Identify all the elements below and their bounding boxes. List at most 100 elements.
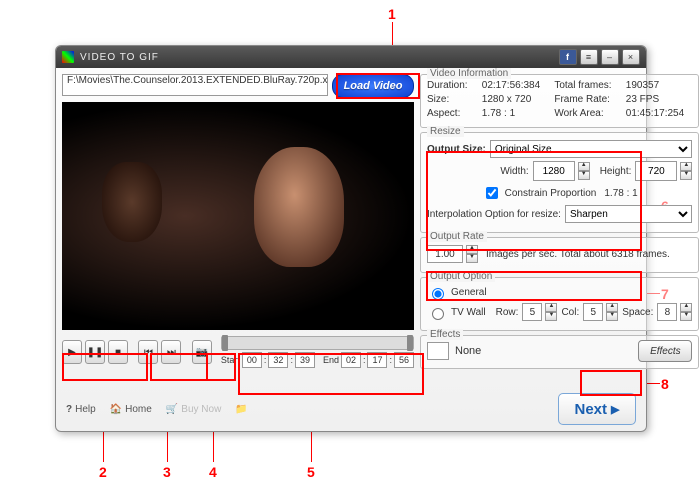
work-area-label: Work Area: [554,107,619,121]
help-link[interactable]: ?Help [66,404,96,415]
row-label: Row: [496,307,519,318]
aspect-label: Aspect: [427,107,476,121]
start-minutes[interactable]: 32 [268,352,288,368]
work-area-value: 01:45:17:254 [626,107,693,121]
size-label: Size: [427,93,476,107]
rate-text: Images per sec. Total about 6318 frames. [486,249,670,260]
total-frames-value: 190357 [626,79,693,93]
general-label: General [451,287,487,298]
rate-down[interactable]: ▼ [466,254,478,263]
video-preview [62,102,414,330]
start-seconds[interactable]: 39 [295,352,315,368]
duration-value: 02:17:56:384 [482,79,549,93]
width-input[interactable] [533,161,575,181]
transport-bar: ▶ ❚❚ ■ ⏮ ⏭ 📷 Start 00: 32: [62,336,414,368]
footer: ?Help 🏠Home 🛒Buy Now 📁 Next [66,393,636,425]
row-down[interactable]: ▼ [545,312,557,321]
interp-label: Interpolation Option for resize: [427,209,561,220]
resize-group: Resize Output Size: Original Size Width:… [420,132,699,233]
output-option-group: Output Option General TV Wall Row: 5 ▲▼ … [420,277,699,331]
home-link[interactable]: 🏠Home [110,404,152,415]
general-radio[interactable] [432,288,444,300]
output-rate-group: Output Rate 1.00 ▲▼ Images per sec. Tota… [420,237,699,273]
effects-title: Effects [427,329,463,340]
col-down[interactable]: ▼ [606,312,618,321]
window-title: VIDEO TO GIF [80,52,159,63]
out-point-handle[interactable] [407,335,413,351]
load-video-button[interactable]: Load Video [332,74,414,98]
end-seconds[interactable]: 56 [394,352,414,368]
space-label: Space: [622,307,653,318]
start-label: Start [221,355,240,365]
height-input[interactable] [635,161,677,181]
close-button[interactable]: × [622,49,640,65]
titlebar: VIDEO TO GIF f ≡ – × [56,46,646,68]
row-up[interactable]: ▲ [545,303,557,312]
output-option-title: Output Option [427,271,495,282]
frame-rate-value: 23 FPS [626,93,693,107]
row-input[interactable]: 5 [522,303,542,321]
effects-group: Effects None Effects [420,335,699,369]
prev-frame-button[interactable]: ⏮ [138,340,158,364]
callout-4: 4 [209,464,217,480]
callout-5: 5 [307,464,315,480]
start-hours[interactable]: 00 [242,352,262,368]
end-hours[interactable]: 02 [341,352,361,368]
tvwall-label: TV Wall [451,307,486,318]
callout-1: 1 [388,6,396,22]
video-info-title: Video Information [427,68,511,79]
in-point-handle[interactable] [222,335,228,351]
effects-preview [427,342,449,360]
stop-button[interactable]: ■ [108,340,128,364]
space-down[interactable]: ▼ [680,312,692,321]
duration-label: Duration: [427,79,476,93]
rate-input[interactable]: 1.00 [427,245,463,263]
constrain-ratio: 1.78 : 1 [604,188,637,199]
end-label: End [323,355,339,365]
rate-up[interactable]: ▲ [466,245,478,254]
next-button[interactable]: Next [558,393,636,425]
output-size-select[interactable]: Original Size [490,140,692,158]
seek-slider[interactable] [221,336,414,350]
buy-link[interactable]: 🛒Buy Now [166,404,221,415]
callout-3: 3 [163,464,171,480]
output-size-label: Output Size: [427,144,486,155]
next-frame-button[interactable]: ⏭ [161,340,181,364]
file-path-input[interactable]: F:\Movies\The.Counselor.2013.EXTENDED.Bl… [62,74,328,96]
folder-link[interactable]: 📁 [235,404,247,415]
constrain-label: Constrain Proportion [505,188,597,199]
width-down[interactable]: ▼ [578,171,590,180]
info-icon[interactable]: ≡ [580,49,598,65]
space-up[interactable]: ▲ [680,303,692,312]
height-up[interactable]: ▲ [680,162,692,171]
col-up[interactable]: ▲ [606,303,618,312]
col-label: Col: [561,307,579,318]
callout-8: 8 [661,376,669,392]
height-label: Height: [600,166,632,177]
interp-select[interactable]: Sharpen [565,205,692,223]
width-up[interactable]: ▲ [578,162,590,171]
app-window: VIDEO TO GIF f ≡ – × F:\Movies\The.Couns… [55,45,647,432]
space-input[interactable]: 8 [657,303,677,321]
constrain-checkbox[interactable] [486,187,498,199]
total-frames-label: Total frames: [554,79,619,93]
snapshot-button[interactable]: 📷 [192,340,212,364]
end-minutes[interactable]: 17 [367,352,387,368]
height-down[interactable]: ▼ [680,171,692,180]
minimize-button[interactable]: – [601,49,619,65]
effects-button[interactable]: Effects [638,340,692,362]
width-label: Width: [500,166,528,177]
facebook-icon[interactable]: f [559,49,577,65]
col-input[interactable]: 5 [583,303,603,321]
pause-button[interactable]: ❚❚ [85,340,105,364]
aspect-value: 1.78 : 1 [482,107,549,121]
play-button[interactable]: ▶ [62,340,82,364]
callout-2: 2 [99,464,107,480]
effects-name: None [455,345,481,357]
video-info-group: Video Information Duration:02:17:56:384 … [420,74,699,128]
size-value: 1280 x 720 [482,93,549,107]
tvwall-radio[interactable] [432,308,444,320]
app-icon [62,51,74,63]
output-rate-title: Output Rate [427,231,487,242]
frame-rate-label: Frame Rate: [554,93,619,107]
